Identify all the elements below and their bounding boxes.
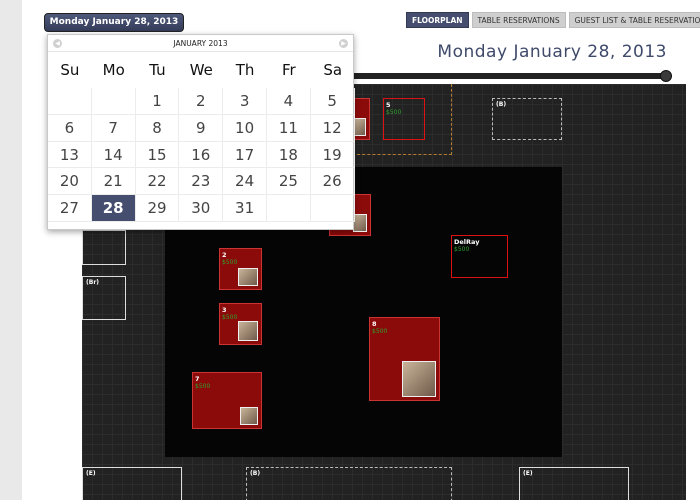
chevron-left-icon[interactable]: ◀: [53, 39, 62, 48]
calendar-day[interactable]: 22: [135, 168, 180, 196]
calendar-day[interactable]: 23: [179, 168, 224, 196]
calendar-month-label: JANUARY 2013: [173, 39, 228, 48]
weekday-su: Su: [60, 61, 80, 79]
calendar-day[interactable]: 7: [91, 114, 136, 142]
calendar-day[interactable]: 17: [223, 141, 267, 169]
table-price: $500: [195, 383, 211, 390]
table-label: 2: [222, 251, 227, 259]
table-7[interactable]: 7 $500: [192, 372, 262, 429]
zoom-slider[interactable]: [350, 70, 672, 82]
tab-table-reservations[interactable]: TABLE RESERVATIONS: [471, 12, 566, 28]
tab-guest-list[interactable]: GUEST LIST & TABLE RESERVATIONS: [568, 12, 700, 28]
calendar-day[interactable]: 19: [310, 141, 355, 169]
zone-e-left[interactable]: (E): [82, 467, 182, 500]
table-label: DelRay: [454, 238, 480, 246]
zone-e-right[interactable]: (E): [519, 467, 629, 500]
table-2[interactable]: 2 $500: [219, 248, 262, 290]
guest-photo: [353, 214, 367, 232]
table-price: $500: [454, 246, 470, 253]
guest-photo: [238, 268, 258, 286]
table-label: 5: [386, 101, 391, 109]
table-price: $500: [222, 314, 238, 321]
calendar-day[interactable]: 26: [310, 168, 355, 196]
calendar-day[interactable]: 10: [223, 114, 267, 142]
table-label: 8: [372, 320, 377, 328]
table-price: $500: [386, 109, 402, 116]
weekday-mo: Mo: [102, 61, 125, 79]
calendar-day[interactable]: 8: [135, 114, 180, 142]
calendar-day[interactable]: 11: [266, 114, 311, 142]
table-5[interactable]: 5 $500: [383, 98, 425, 140]
calendar-day[interactable]: 28: [91, 195, 136, 222]
chevron-right-icon[interactable]: ▶: [339, 39, 348, 48]
calendar-day[interactable]: 1: [135, 88, 180, 115]
calendar-day[interactable]: 5: [310, 88, 355, 115]
calendar-day[interactable]: 30: [179, 195, 224, 222]
calendar-empty-cell: [310, 195, 355, 222]
guest-photo: [238, 321, 258, 341]
table-label: 3: [222, 306, 227, 314]
table-label: 7: [195, 375, 200, 383]
weekday-we: We: [189, 61, 213, 79]
calendar-day[interactable]: 15: [135, 141, 180, 169]
calendar-day[interactable]: 24: [223, 168, 267, 196]
guest-photo: [402, 361, 436, 397]
calendar-day[interactable]: 18: [266, 141, 311, 169]
weekday-sa: Sa: [323, 61, 343, 79]
calendar-day[interactable]: 12: [310, 114, 355, 142]
calendar-day[interactable]: 20: [48, 168, 92, 196]
date-picker-button[interactable]: Monday January 28, 2013: [44, 13, 184, 32]
calendar-day[interactable]: 13: [48, 141, 92, 169]
guest-photo: [240, 407, 258, 425]
tab-floorplan[interactable]: FLOORPLAN: [406, 12, 469, 28]
slider-handle[interactable]: [660, 70, 672, 82]
table-3[interactable]: 3 $500: [219, 303, 262, 345]
calendar-header: ◀ JANUARY 2013 ▶: [48, 35, 353, 52]
calendar-day[interactable]: 29: [135, 195, 180, 222]
calendar-day[interactable]: 9: [179, 114, 224, 142]
tab-bar: FLOORPLAN TABLE RESERVATIONS GUEST LIST …: [406, 12, 700, 28]
calendar-day[interactable]: 25: [266, 168, 311, 196]
calendar-day[interactable]: 16: [179, 141, 224, 169]
calendar-day[interactable]: 21: [91, 168, 136, 196]
table-price: $500: [222, 259, 238, 266]
zone-b-bottom[interactable]: (B): [246, 467, 452, 500]
zone-left-upper[interactable]: [82, 230, 126, 265]
calendar-day[interactable]: 3: [223, 88, 267, 115]
guest-photo: [354, 118, 366, 136]
calendar-day[interactable]: 27: [48, 195, 92, 222]
weekday-fr: Fr: [282, 61, 296, 79]
weekday-th: Th: [235, 61, 255, 79]
calendar-empty-cell: [48, 88, 92, 115]
table-price: $500: [372, 328, 388, 335]
zone-br[interactable]: (Br): [82, 276, 126, 320]
calendar-popup: ◀ JANUARY 2013 ▶ Su Mo Tu We Th Fr Sa 12…: [47, 34, 355, 230]
zone-b-top[interactable]: (B): [492, 98, 562, 140]
weekday-tu: Tu: [149, 61, 166, 79]
calendar-day[interactable]: 6: [48, 114, 92, 142]
calendar-day[interactable]: 14: [91, 141, 136, 169]
page-title: Monday January 28, 2013: [437, 42, 667, 62]
calendar-day[interactable]: 31: [223, 195, 267, 222]
table-partial-top[interactable]: [352, 98, 370, 140]
calendar-empty-cell: [266, 195, 311, 222]
table-8[interactable]: 8 $500: [369, 317, 440, 401]
calendar-day[interactable]: 2: [179, 88, 224, 115]
calendar-day[interactable]: 4: [266, 88, 311, 115]
calendar-empty-cell: [91, 88, 136, 115]
calendar-grid: Su Mo Tu We Th Fr Sa 1 2 3 4 5 6 7 8 9 10 11 12 13 14…: [48, 52, 355, 222]
table-delray[interactable]: DelRay $500: [451, 235, 508, 278]
